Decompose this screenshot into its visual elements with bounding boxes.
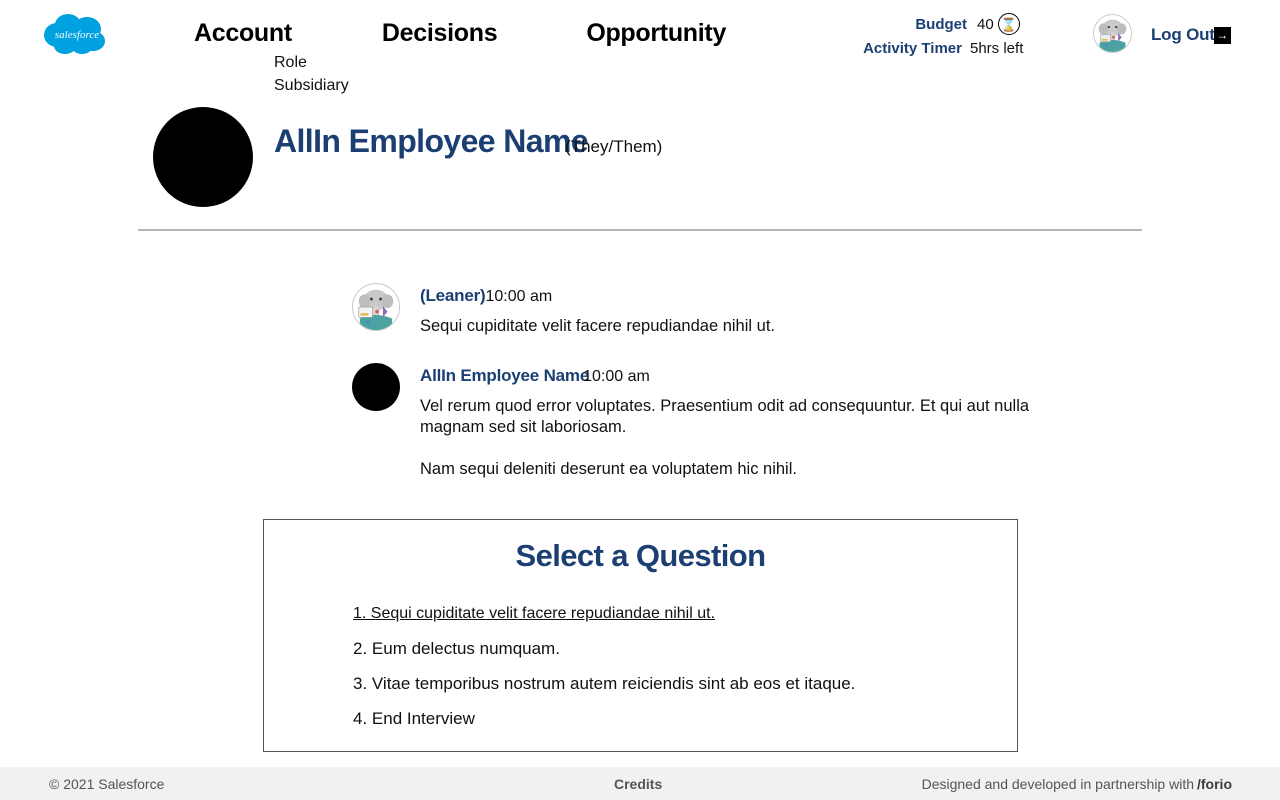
page-title: AllIn Employee Name: [274, 123, 589, 159]
list-item: 3. Vitae temporibus nostrum autem reicie…: [353, 666, 1017, 701]
message-paragraph: Vel rerum quod error voluptates. Praesen…: [420, 397, 1030, 436]
employee-profile-header: AllIn Employee Name (They/Them): [153, 107, 1153, 207]
activity-timer-value: 5hrs left: [970, 39, 1024, 57]
message-body: Sequi cupiditate velit facere repudianda…: [420, 316, 1052, 337]
footer-copyright: © 2021 Salesforce: [49, 776, 165, 792]
forio-brand: /forio: [1197, 776, 1232, 792]
profile-role: Role: [274, 54, 307, 71]
message-header: (Leaner) 10:00 am: [420, 283, 1052, 306]
footer-partnership: Designed and developed in partnership wi…: [922, 776, 1232, 792]
list-item: 2. Eum delectus numquam.: [353, 631, 1017, 666]
profile-avatar: [153, 107, 253, 207]
elephant-avatar-icon: [1094, 15, 1131, 52]
message-header: AllIn Employee Name 10:00 am: [420, 363, 1052, 386]
activity-timer-meter: Activity Timer 5hrs left: [849, 36, 1039, 60]
profile-name-row: AllIn Employee Name (They/Them): [274, 123, 662, 160]
budget-meter: Budget 40 ⌛: [849, 12, 1039, 36]
chat-message: AllIn Employee Name 10:00 am Vel rerum q…: [352, 363, 1052, 480]
svg-text:salesforce: salesforce: [55, 29, 99, 41]
activity-timer-label: Activity Timer: [863, 39, 962, 57]
main-nav: Account Decisions Opportunity: [194, 19, 726, 48]
logout-arrow-icon: →: [1213, 26, 1231, 44]
interview-transcript: (Leaner) 10:00 am Sequi cupiditate velit…: [352, 283, 1052, 496]
section-divider: [138, 229, 1142, 231]
question-option-1[interactable]: 1. Sequi cupiditate velit facere repudia…: [353, 596, 715, 631]
nav-item-account[interactable]: Account: [194, 19, 292, 48]
logout-button[interactable]: Log Out →: [1151, 25, 1231, 45]
budget-label: Budget: [915, 15, 967, 33]
list-item: 1. Sequi cupiditate velit facere repudia…: [353, 596, 1017, 631]
select-question-panel: Select a Question 1. Sequi cupiditate ve…: [263, 519, 1018, 752]
question-option-4-end-interview[interactable]: 4. End Interview: [353, 701, 475, 736]
select-question-title: Select a Question: [515, 538, 767, 573]
message-avatar: [352, 283, 400, 331]
app-header: salesforce Account Decisions Opportunity…: [0, 0, 1280, 67]
question-option-list: 1. Sequi cupiditate velit facere repudia…: [264, 596, 1017, 736]
message-avatar: [352, 363, 400, 411]
footer-credits-link[interactable]: Credits: [614, 776, 662, 792]
salesforce-cloud-logo[interactable]: salesforce: [41, 10, 113, 58]
question-option-3[interactable]: 3. Vitae temporibus nostrum autem reicie…: [353, 666, 855, 701]
profile-pronouns: (They/Them): [565, 137, 663, 156]
footer-partnership-text: Designed and developed in partnership wi…: [921, 776, 1194, 792]
hourglass-icon: ⌛: [997, 13, 1020, 35]
list-item: 4. End Interview: [353, 701, 1017, 736]
message-author: (Leaner): [420, 286, 486, 305]
nav-item-opportunity[interactable]: Opportunity: [586, 19, 726, 48]
profile-subsidiary: Subsidiary: [274, 77, 349, 94]
header-meters: Budget 40 ⌛ Activity Timer 5hrs left: [849, 12, 1039, 60]
elephant-avatar-icon: [353, 284, 399, 330]
chat-message: (Leaner) 10:00 am Sequi cupiditate velit…: [352, 283, 1052, 337]
message-paragraph: Sequi cupiditate velit facere repudianda…: [420, 317, 775, 335]
logout-label: Log Out: [1151, 25, 1215, 44]
message-timestamp: 10:00 am: [485, 288, 553, 305]
page-footer: © 2021 Salesforce Credits Designed and d…: [0, 767, 1280, 800]
message-timestamp: 10:00 am: [583, 368, 650, 385]
nav-item-decisions[interactable]: Decisions: [382, 19, 498, 48]
budget-value: 40: [977, 15, 994, 33]
message-paragraph: Nam sequi deleniti deserunt ea voluptate…: [420, 460, 797, 478]
message-body: Vel rerum quod error voluptates. Praesen…: [420, 396, 1052, 480]
message-author: AllIn Employee Name: [420, 366, 590, 385]
header-user-avatar[interactable]: [1093, 14, 1132, 53]
question-option-2[interactable]: 2. Eum delectus numquam.: [353, 631, 560, 666]
